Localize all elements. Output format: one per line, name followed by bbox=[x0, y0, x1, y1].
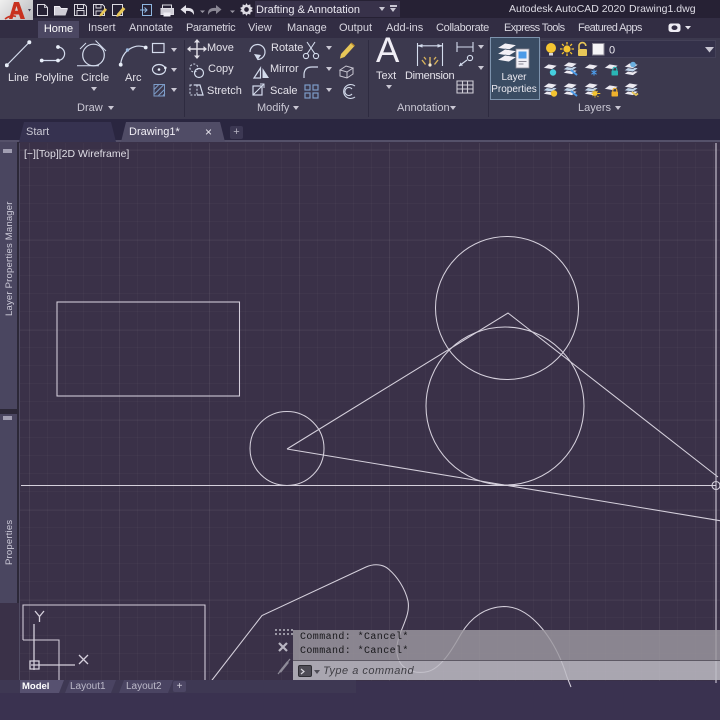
svg-text:0: 0 bbox=[609, 45, 615, 57]
